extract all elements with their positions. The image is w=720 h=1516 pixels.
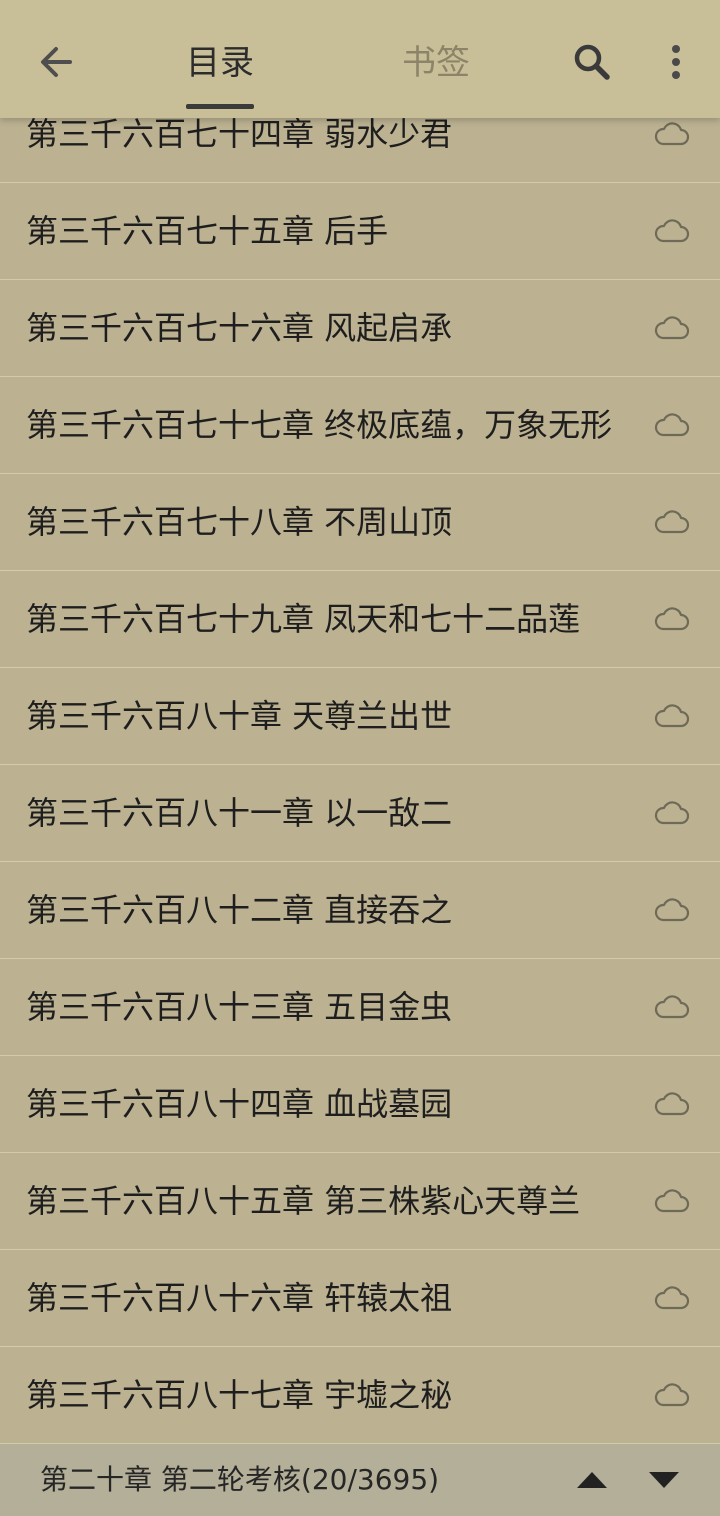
chapter-row[interactable]: 第三千六百八十七章 宇墟之秘 (0, 1347, 720, 1444)
chapter-row[interactable]: 第三千六百七十七章 终极底蕴，万象无形 (0, 377, 720, 474)
cloud-icon (654, 1383, 690, 1407)
chapter-title: 第三千六百八十六章 轩辕太祖 (26, 1279, 453, 1317)
cloud-icon (654, 898, 690, 922)
chapter-title: 第三千六百八十七章 宇墟之秘 (26, 1376, 453, 1414)
cloud-icon (654, 607, 690, 631)
chapter-title: 第三千六百八十三章 五目金虫 (26, 988, 453, 1026)
cloud-icon (654, 510, 690, 534)
active-tab-indicator (186, 104, 254, 109)
chapter-title: 第三千六百八十二章 直接吞之 (26, 891, 453, 929)
chapter-title: 第三千六百七十八章 不周山顶 (26, 503, 453, 541)
chapter-title: 第三千六百七十七章 终极底蕴，万象无形 (26, 406, 613, 444)
scroll-down-button[interactable] (638, 1458, 690, 1502)
cloud-icon (654, 1286, 690, 1310)
cloud-icon (654, 704, 690, 728)
arrow-left-icon (41, 47, 72, 77)
chapter-row[interactable]: 第三千六百八十三章 五目金虫 (0, 959, 720, 1056)
chapter-title: 第三千六百七十六章 风起启承 (26, 309, 453, 347)
chapter-row[interactable]: 第三千六百七十五章 后手 (0, 183, 720, 280)
chapter-row[interactable]: 第三千六百七十九章 凤天和七十二品莲 (0, 571, 720, 668)
tab-bookmarks[interactable]: 书签 (386, 38, 486, 88)
chapter-title: 第三千六百八十五章 第三株紫心天尊兰 (26, 1182, 581, 1220)
search-icon (574, 44, 610, 80)
cloud-icon (654, 801, 690, 825)
cloud-icon (654, 316, 690, 340)
chapter-row[interactable]: 第三千六百七十六章 风起启承 (0, 280, 720, 377)
cloud-icon (654, 219, 690, 243)
chapter-title: 第三千六百八十章 天尊兰出世 (26, 697, 453, 735)
top-app-bar: 目录 书签 (0, 0, 720, 118)
cloud-icon (654, 1092, 690, 1116)
cloud-icon (654, 1189, 690, 1213)
tab-table-of-contents[interactable]: 目录 (170, 38, 270, 88)
cloud-icon (654, 995, 690, 1019)
chapter-list[interactable]: 第三千六百七十四章 弱水少君 第三千六百七十五章 后手 第三千六百七十六章 风起… (0, 86, 720, 1444)
more-vertical-icon (672, 45, 680, 79)
cloud-icon (654, 122, 690, 146)
chapter-row[interactable]: 第三千六百七十八章 不周山顶 (0, 474, 720, 571)
chapter-row[interactable]: 第三千六百八十二章 直接吞之 (0, 862, 720, 959)
triangle-up-icon (577, 1472, 607, 1488)
chapter-row[interactable]: 第三千六百八十四章 血战墓园 (0, 1056, 720, 1153)
back-button[interactable] (26, 34, 86, 90)
chapter-row[interactable]: 第三千六百八十六章 轩辕太祖 (0, 1250, 720, 1347)
chapter-row[interactable]: 第三千六百八十章 天尊兰出世 (0, 668, 720, 765)
current-chapter-label[interactable]: 第二十章 第二轮考核(20/3695) (40, 1444, 439, 1516)
chapter-title: 第三千六百七十五章 后手 (26, 212, 389, 250)
more-options-button[interactable] (650, 34, 702, 90)
chapter-row[interactable]: 第三千六百八十五章 第三株紫心天尊兰 (0, 1153, 720, 1250)
chapter-title: 第三千六百八十四章 血战墓园 (26, 1085, 453, 1123)
triangle-down-icon (649, 1472, 679, 1488)
scroll-up-button[interactable] (566, 1458, 618, 1502)
search-button[interactable] (562, 34, 622, 90)
chapter-title: 第三千六百八十一章 以一敌二 (26, 794, 453, 832)
chapter-title: 第三千六百七十九章 凤天和七十二品莲 (26, 600, 581, 638)
cloud-icon (654, 413, 690, 437)
current-chapter-bar: 第二十章 第二轮考核(20/3695) (0, 1444, 720, 1516)
chapter-row[interactable]: 第三千六百八十一章 以一敌二 (0, 765, 720, 862)
